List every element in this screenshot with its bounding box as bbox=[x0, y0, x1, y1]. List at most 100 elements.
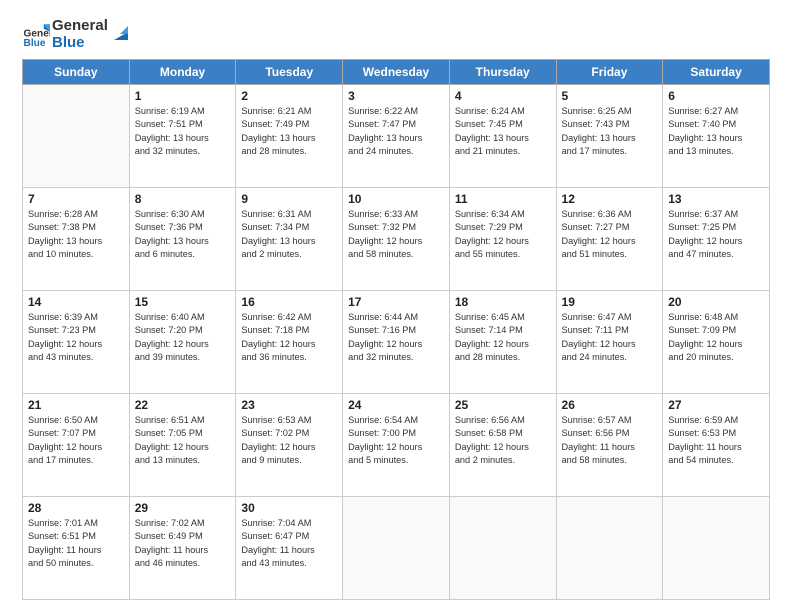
calendar-day-cell: 11 Sunrise: 6:34 AMSunset: 7:29 PMDayligh… bbox=[449, 188, 556, 291]
calendar-day-cell: 18 Sunrise: 6:45 AMSunset: 7:14 PMDayligh… bbox=[449, 291, 556, 394]
calendar-day-cell: 29 Sunrise: 7:02 AMSunset: 6:49 PMDayligh… bbox=[129, 497, 236, 600]
day-number: 4 bbox=[455, 89, 551, 103]
weekday-header-monday: Monday bbox=[129, 60, 236, 85]
calendar-week-row: 21 Sunrise: 6:50 AMSunset: 7:07 PMDayligh… bbox=[23, 394, 770, 497]
day-number: 1 bbox=[135, 89, 231, 103]
day-info: Sunrise: 6:33 AMSunset: 7:32 PMDaylight:… bbox=[348, 208, 444, 261]
svg-text:Blue: Blue bbox=[24, 37, 46, 48]
logo-arrow-icon bbox=[110, 22, 132, 44]
day-info: Sunrise: 6:48 AMSunset: 7:09 PMDaylight:… bbox=[668, 311, 764, 364]
weekday-header-saturday: Saturday bbox=[663, 60, 770, 85]
day-number: 5 bbox=[562, 89, 658, 103]
calendar-day-cell bbox=[343, 497, 450, 600]
day-info: Sunrise: 6:54 AMSunset: 7:00 PMDaylight:… bbox=[348, 414, 444, 467]
day-number: 24 bbox=[348, 398, 444, 412]
day-info: Sunrise: 6:59 AMSunset: 6:53 PMDaylight:… bbox=[668, 414, 764, 467]
calendar-day-cell: 12Sunrise: 6:36 AMSunset: 7:27 PMDayligh… bbox=[556, 188, 663, 291]
day-number: 9 bbox=[241, 192, 337, 206]
day-info: Sunrise: 7:04 AMSunset: 6:47 PMDaylight:… bbox=[241, 517, 337, 570]
weekday-header-row: SundayMondayTuesdayWednesdayThursdayFrid… bbox=[23, 60, 770, 85]
day-number: 23 bbox=[241, 398, 337, 412]
day-info: Sunrise: 6:45 AMSunset: 7:14 PMDaylight:… bbox=[455, 311, 551, 364]
weekday-header-thursday: Thursday bbox=[449, 60, 556, 85]
calendar-day-cell: 9 Sunrise: 6:31 AMSunset: 7:34 PMDaylight… bbox=[236, 188, 343, 291]
day-number: 28 bbox=[28, 501, 124, 515]
day-info: Sunrise: 7:01 AMSunset: 6:51 PMDaylight:… bbox=[28, 517, 124, 570]
page: General Blue General Blue SundayMondayTu… bbox=[0, 0, 792, 612]
calendar-day-cell: 6Sunrise: 6:27 AMSunset: 7:40 PMDaylight… bbox=[663, 85, 770, 188]
day-info: Sunrise: 6:21 AMSunset: 7:49 PMDaylight:… bbox=[241, 105, 337, 158]
calendar-day-cell: 24 Sunrise: 6:54 AMSunset: 7:00 PMDayligh… bbox=[343, 394, 450, 497]
day-info: Sunrise: 7:02 AMSunset: 6:49 PMDaylight:… bbox=[135, 517, 231, 570]
calendar-day-cell: 8 Sunrise: 6:30 AMSunset: 7:36 PMDaylight… bbox=[129, 188, 236, 291]
calendar-week-row: 14 Sunrise: 6:39 AMSunset: 7:23 PMDayligh… bbox=[23, 291, 770, 394]
weekday-header-friday: Friday bbox=[556, 60, 663, 85]
calendar-week-row: 28 Sunrise: 7:01 AMSunset: 6:51 PMDayligh… bbox=[23, 497, 770, 600]
generalblue-logo-icon: General Blue bbox=[22, 21, 50, 49]
calendar-day-cell: 25Sunrise: 6:56 AMSunset: 6:58 PMDayligh… bbox=[449, 394, 556, 497]
day-number: 18 bbox=[455, 295, 551, 309]
calendar-day-cell: 22Sunrise: 6:51 AMSunset: 7:05 PMDayligh… bbox=[129, 394, 236, 497]
calendar-day-cell: 20 Sunrise: 6:48 AMSunset: 7:09 PMDayligh… bbox=[663, 291, 770, 394]
day-number: 3 bbox=[348, 89, 444, 103]
logo-general-text: General bbox=[52, 18, 108, 35]
day-info: Sunrise: 6:37 AMSunset: 7:25 PMDaylight:… bbox=[668, 208, 764, 261]
calendar-day-cell: 27 Sunrise: 6:59 AMSunset: 6:53 PMDayligh… bbox=[663, 394, 770, 497]
header: General Blue General Blue bbox=[22, 18, 770, 51]
day-number: 19 bbox=[562, 295, 658, 309]
calendar-week-row: 1Sunrise: 6:19 AMSunset: 7:51 PMDaylight… bbox=[23, 85, 770, 188]
calendar-day-cell: 21 Sunrise: 6:50 AMSunset: 7:07 PMDayligh… bbox=[23, 394, 130, 497]
day-number: 12 bbox=[562, 192, 658, 206]
day-info: Sunrise: 6:31 AMSunset: 7:34 PMDaylight:… bbox=[241, 208, 337, 261]
calendar-day-cell: 3 Sunrise: 6:22 AMSunset: 7:47 PMDaylight… bbox=[343, 85, 450, 188]
day-info: Sunrise: 6:50 AMSunset: 7:07 PMDaylight:… bbox=[28, 414, 124, 467]
logo-blue-text: Blue bbox=[52, 35, 108, 52]
day-number: 20 bbox=[668, 295, 764, 309]
calendar-day-cell: 17Sunrise: 6:44 AMSunset: 7:16 PMDayligh… bbox=[343, 291, 450, 394]
day-number: 29 bbox=[135, 501, 231, 515]
day-number: 16 bbox=[241, 295, 337, 309]
day-number: 7 bbox=[28, 192, 124, 206]
day-number: 14 bbox=[28, 295, 124, 309]
day-number: 8 bbox=[135, 192, 231, 206]
calendar-day-cell: 19Sunrise: 6:47 AMSunset: 7:11 PMDayligh… bbox=[556, 291, 663, 394]
day-info: Sunrise: 6:27 AMSunset: 7:40 PMDaylight:… bbox=[668, 105, 764, 158]
day-info: Sunrise: 6:56 AMSunset: 6:58 PMDaylight:… bbox=[455, 414, 551, 467]
day-info: Sunrise: 6:25 AMSunset: 7:43 PMDaylight:… bbox=[562, 105, 658, 158]
calendar-day-cell bbox=[663, 497, 770, 600]
calendar-day-cell: 2 Sunrise: 6:21 AMSunset: 7:49 PMDaylight… bbox=[236, 85, 343, 188]
day-info: Sunrise: 6:51 AMSunset: 7:05 PMDaylight:… bbox=[135, 414, 231, 467]
day-info: Sunrise: 6:28 AMSunset: 7:38 PMDaylight:… bbox=[28, 208, 124, 261]
calendar-day-cell: 14 Sunrise: 6:39 AMSunset: 7:23 PMDayligh… bbox=[23, 291, 130, 394]
calendar-day-cell bbox=[449, 497, 556, 600]
day-info: Sunrise: 6:30 AMSunset: 7:36 PMDaylight:… bbox=[135, 208, 231, 261]
day-info: Sunrise: 6:39 AMSunset: 7:23 PMDaylight:… bbox=[28, 311, 124, 364]
day-info: Sunrise: 6:57 AMSunset: 6:56 PMDaylight:… bbox=[562, 414, 658, 467]
calendar-day-cell: 4 Sunrise: 6:24 AMSunset: 7:45 PMDaylight… bbox=[449, 85, 556, 188]
day-number: 13 bbox=[668, 192, 764, 206]
day-number: 11 bbox=[455, 192, 551, 206]
day-info: Sunrise: 6:22 AMSunset: 7:47 PMDaylight:… bbox=[348, 105, 444, 158]
day-number: 2 bbox=[241, 89, 337, 103]
day-number: 27 bbox=[668, 398, 764, 412]
day-number: 17 bbox=[348, 295, 444, 309]
day-info: Sunrise: 6:24 AMSunset: 7:45 PMDaylight:… bbox=[455, 105, 551, 158]
day-info: Sunrise: 6:40 AMSunset: 7:20 PMDaylight:… bbox=[135, 311, 231, 364]
logo: General Blue General Blue bbox=[22, 18, 132, 51]
calendar-table: SundayMondayTuesdayWednesdayThursdayFrid… bbox=[22, 59, 770, 600]
calendar-day-cell: 15 Sunrise: 6:40 AMSunset: 7:20 PMDayligh… bbox=[129, 291, 236, 394]
calendar-day-cell: 23 Sunrise: 6:53 AMSunset: 7:02 PMDayligh… bbox=[236, 394, 343, 497]
weekday-header-tuesday: Tuesday bbox=[236, 60, 343, 85]
calendar-day-cell: 28 Sunrise: 7:01 AMSunset: 6:51 PMDayligh… bbox=[23, 497, 130, 600]
calendar-day-cell: 7 Sunrise: 6:28 AMSunset: 7:38 PMDaylight… bbox=[23, 188, 130, 291]
day-info: Sunrise: 6:53 AMSunset: 7:02 PMDaylight:… bbox=[241, 414, 337, 467]
day-number: 26 bbox=[562, 398, 658, 412]
day-info: Sunrise: 6:34 AMSunset: 7:29 PMDaylight:… bbox=[455, 208, 551, 261]
day-number: 21 bbox=[28, 398, 124, 412]
calendar-day-cell: 10Sunrise: 6:33 AMSunset: 7:32 PMDayligh… bbox=[343, 188, 450, 291]
calendar-day-cell: 5 Sunrise: 6:25 AMSunset: 7:43 PMDaylight… bbox=[556, 85, 663, 188]
day-number: 15 bbox=[135, 295, 231, 309]
day-info: Sunrise: 6:42 AMSunset: 7:18 PMDaylight:… bbox=[241, 311, 337, 364]
day-number: 30 bbox=[241, 501, 337, 515]
calendar-day-cell: 1Sunrise: 6:19 AMSunset: 7:51 PMDaylight… bbox=[129, 85, 236, 188]
